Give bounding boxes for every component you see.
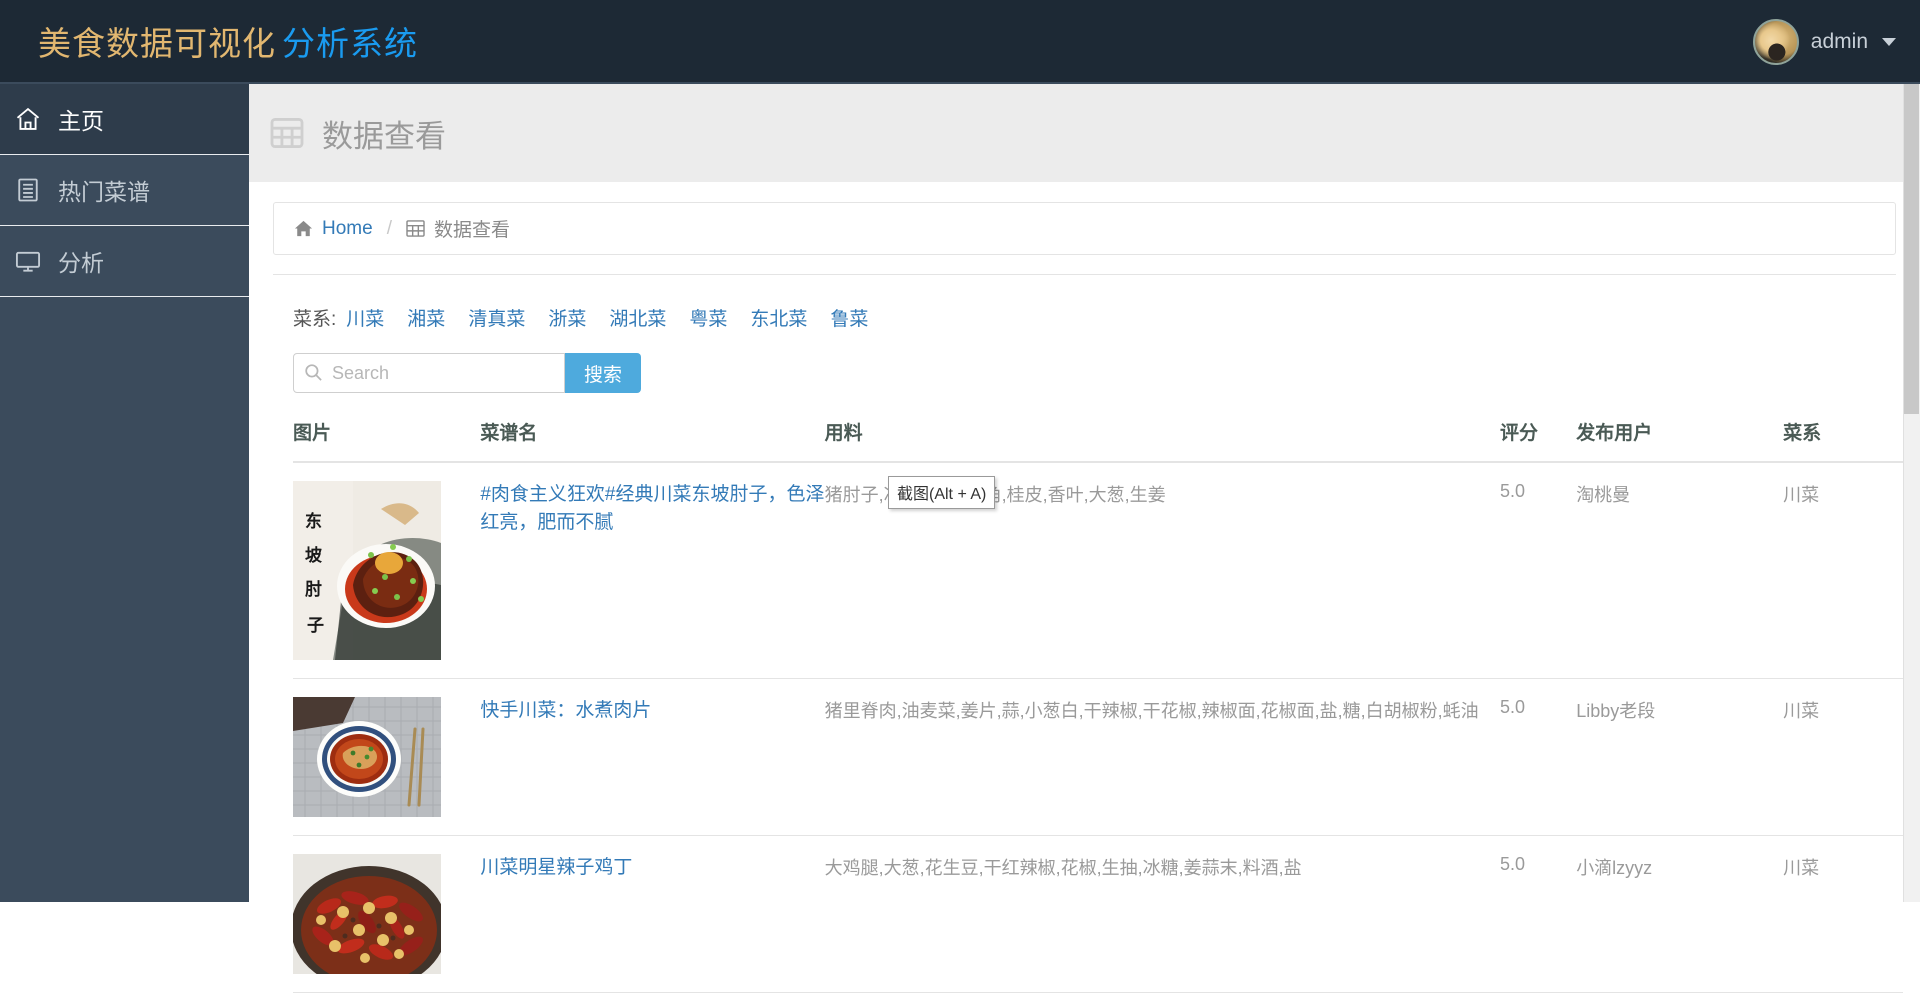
cell-cuisine: 川菜 xyxy=(1783,835,1903,993)
header-image: 图片 xyxy=(293,414,481,463)
header-recipe-name: 菜谱名 xyxy=(480,414,825,463)
breadcrumb-current: 数据查看 xyxy=(433,220,510,241)
table-row: 快手川菜：水煮肉片 猪里脊肉,油麦菜,姜片,蒜,小葱白,干辣椒,干花椒,辣椒面,… xyxy=(293,678,1903,836)
cuisine-link-qingzhen[interactable]: 清真菜 xyxy=(468,304,525,331)
cuisine-link-dongbei[interactable]: 东北菜 xyxy=(750,304,807,331)
breadcrumb-separator: / xyxy=(386,217,392,239)
table-header-row: 图片 菜谱名 用料 评分 发布用户 菜系 xyxy=(293,414,1903,463)
cuisine-filter-label: 菜系: xyxy=(293,309,337,330)
scrollbar-thumb[interactable] xyxy=(1904,84,1919,414)
recipe-thumbnail[interactable]: 东坡 肘子 xyxy=(293,481,480,660)
cell-image xyxy=(293,678,481,836)
cell-recipe-name: 快手川菜：水煮肉片 xyxy=(480,678,825,836)
sidebar-item-label: 分析 xyxy=(58,250,104,276)
cell-user: 淘桃曼 xyxy=(1576,462,1784,679)
table-row: 东坡 肘子 #肉食主义狂欢#经典川菜东坡肘子，色泽红亮，肥而不腻 猪肘子,冰糖,… xyxy=(293,462,1903,679)
recipe-name-link[interactable]: 川菜明星辣子鸡丁 xyxy=(480,854,824,882)
header-cuisine: 菜系 xyxy=(1783,414,1903,463)
page-title: 数据查看 xyxy=(322,118,446,154)
user-name-label: admin xyxy=(1810,30,1868,53)
page-scrollbar[interactable] xyxy=(1903,84,1920,902)
recipe-name-link[interactable]: 快手川菜：水煮肉片 xyxy=(480,697,824,725)
search-input-wrapper xyxy=(293,353,565,393)
sidebar-item-home[interactable]: 主页 xyxy=(0,84,249,155)
header-user: 发布用户 xyxy=(1576,414,1784,463)
user-menu[interactable]: admin xyxy=(1752,0,1896,84)
breadcrumb-home-link[interactable]: Home xyxy=(322,218,373,240)
cell-image xyxy=(293,835,481,993)
cuisine-link-lu[interactable]: 鲁菜 xyxy=(830,304,868,331)
cell-score: 5.0 xyxy=(1499,835,1577,993)
cell-cuisine: 川菜 xyxy=(1783,678,1903,836)
top-navbar: 美食数据可视化 分析系统 admin xyxy=(0,0,1920,84)
svg-text:子: 子 xyxy=(307,616,324,636)
table-grid-icon xyxy=(270,117,304,149)
monitor-icon xyxy=(14,247,42,275)
avatar xyxy=(1752,19,1799,65)
cuisine-filter: 菜系: 川菜 湘菜 清真菜 浙菜 湖北菜 粤菜 东北菜 鲁菜 xyxy=(293,304,1896,331)
sidebar: 主页 热门菜谱 分析 xyxy=(0,84,249,902)
home-icon xyxy=(14,105,42,133)
svg-text:肘: 肘 xyxy=(305,580,322,600)
breadcrumb-container: Home / 数据查看 xyxy=(249,182,1920,255)
cell-image: 东坡 肘子 xyxy=(293,462,481,679)
cell-score: 5.0 xyxy=(1499,462,1577,679)
recipe-thumbnail[interactable] xyxy=(293,854,480,974)
cuisine-link-chuan[interactable]: 川菜 xyxy=(346,304,384,331)
screenshot-tooltip: 截图(Alt + A) xyxy=(888,476,996,509)
cell-cuisine: 川菜 xyxy=(1783,462,1903,679)
panel-container: 菜系: 川菜 湘菜 清真菜 浙菜 湖北菜 粤菜 东北菜 鲁菜 Search 搜索… xyxy=(249,255,1920,993)
header-ingredients: 用料 xyxy=(824,414,1500,463)
recipe-table: 图片 菜谱名 用料 评分 发布用户 菜系 东 坡 肘 子 #肉食主义狂欢#经典川… xyxy=(293,414,1903,993)
cell-ingredients: 猪里脊肉,油麦菜,姜片,蒜,小葱白,干辣椒,干花椒,辣椒面,花椒面,盐,糖,白胡… xyxy=(824,678,1500,836)
search-input[interactable] xyxy=(293,353,565,393)
cell-ingredients: 大鸡腿,大葱,花生豆,干红辣椒,花椒,生抽,冰糖,姜蒜末,料酒,盐 xyxy=(824,835,1500,993)
cell-user: Libby老段 xyxy=(1576,678,1784,836)
list-document-icon xyxy=(14,176,42,204)
cuisine-link-yue[interactable]: 粤菜 xyxy=(689,304,727,331)
home-solid-icon xyxy=(294,219,313,238)
cell-recipe-name: #肉食主义狂欢#经典川菜东坡肘子，色泽红亮，肥而不腻 xyxy=(480,462,825,679)
cell-score: 5.0 xyxy=(1499,678,1577,836)
breadcrumb: Home / 数据查看 xyxy=(273,202,1896,255)
svg-text:坡: 坡 xyxy=(305,545,322,566)
app-brand[interactable]: 美食数据可视化 分析系统 xyxy=(38,17,418,65)
recipe-thumbnail[interactable] xyxy=(293,697,480,817)
page-header: 数据查看 xyxy=(249,84,1920,182)
sidebar-item-label: 主页 xyxy=(58,108,104,134)
main-content: 数据查看 Home / 数据查看 菜系: 川菜 湘菜 清真菜 浙菜 湖北菜 粤菜… xyxy=(249,84,1920,993)
cell-recipe-name: 川菜明星辣子鸡丁 xyxy=(480,835,825,993)
chevron-down-icon xyxy=(1882,38,1896,46)
cuisine-link-zhe[interactable]: 浙菜 xyxy=(548,304,586,331)
table-row: 川菜明星辣子鸡丁 大鸡腿,大葱,花生豆,干红辣椒,花椒,生抽,冰糖,姜蒜末,料酒… xyxy=(293,835,1903,993)
search-button[interactable]: 搜索 xyxy=(565,353,642,393)
brand-primary-text: 美食数据可视化 xyxy=(38,25,276,62)
data-panel: 菜系: 川菜 湘菜 清真菜 浙菜 湖北菜 粤菜 东北菜 鲁菜 Search 搜索… xyxy=(273,274,1903,993)
sidebar-item-label: 热门菜谱 xyxy=(58,179,150,205)
cell-user: 小滴lzyyz xyxy=(1576,835,1784,993)
brand-secondary-text: 分析系统 xyxy=(282,25,418,62)
svg-text:东: 东 xyxy=(305,511,322,532)
sidebar-item-popular-recipes[interactable]: 热门菜谱 xyxy=(0,155,249,226)
cuisine-link-xiang[interactable]: 湘菜 xyxy=(407,304,445,331)
header-score: 评分 xyxy=(1499,414,1577,463)
sidebar-item-analysis[interactable]: 分析 xyxy=(0,226,249,297)
cuisine-link-hubei[interactable]: 湖北菜 xyxy=(609,304,666,331)
table-grid-icon xyxy=(406,220,425,237)
recipe-name-link[interactable]: #肉食主义狂欢#经典川菜东坡肘子，色泽红亮，肥而不腻 xyxy=(480,481,824,536)
search-bar: 搜索 xyxy=(293,353,1896,393)
